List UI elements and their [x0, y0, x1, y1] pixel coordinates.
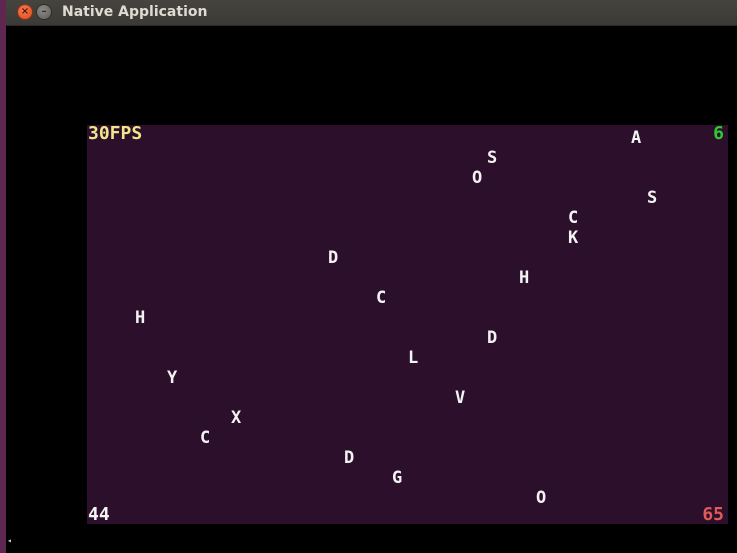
game-canvas[interactable]: 30FPS 6 44 65 A S O S C K D H C H D L Y …	[87, 125, 728, 524]
close-button[interactable]: ×	[18, 5, 32, 19]
falling-letter: H	[519, 268, 530, 288]
falling-letter: S	[487, 148, 498, 168]
resize-arrow-icon: ◂	[7, 536, 12, 545]
minimize-icon: –	[41, 6, 47, 17]
falling-letter: K	[568, 228, 579, 248]
falling-letter: G	[392, 468, 403, 488]
window-title: Native Application	[62, 4, 208, 20]
bottom-right-counter: 65	[702, 504, 724, 525]
minimize-button[interactable]: –	[37, 5, 51, 19]
window-titlebar[interactable]: × – Native Application	[6, 0, 737, 26]
falling-letter: D	[487, 328, 498, 348]
falling-letter: C	[376, 288, 387, 308]
falling-letter: D	[328, 248, 339, 268]
falling-letter: O	[472, 168, 483, 188]
falling-letter: V	[455, 388, 466, 408]
falling-letter: H	[135, 308, 146, 328]
falling-letter: L	[408, 348, 419, 368]
falling-letter: Y	[167, 368, 178, 388]
bottom-left-counter: 44	[88, 504, 110, 525]
falling-letter: D	[344, 448, 355, 468]
falling-letter: S	[647, 188, 658, 208]
falling-letter: O	[536, 488, 547, 508]
fps-counter: 30FPS	[88, 123, 143, 144]
falling-letter: A	[631, 128, 642, 148]
top-right-counter: 6	[713, 123, 724, 144]
close-icon: ×	[20, 6, 30, 17]
falling-letter: X	[231, 408, 242, 428]
falling-letter: C	[568, 208, 579, 228]
falling-letter: C	[200, 428, 211, 448]
